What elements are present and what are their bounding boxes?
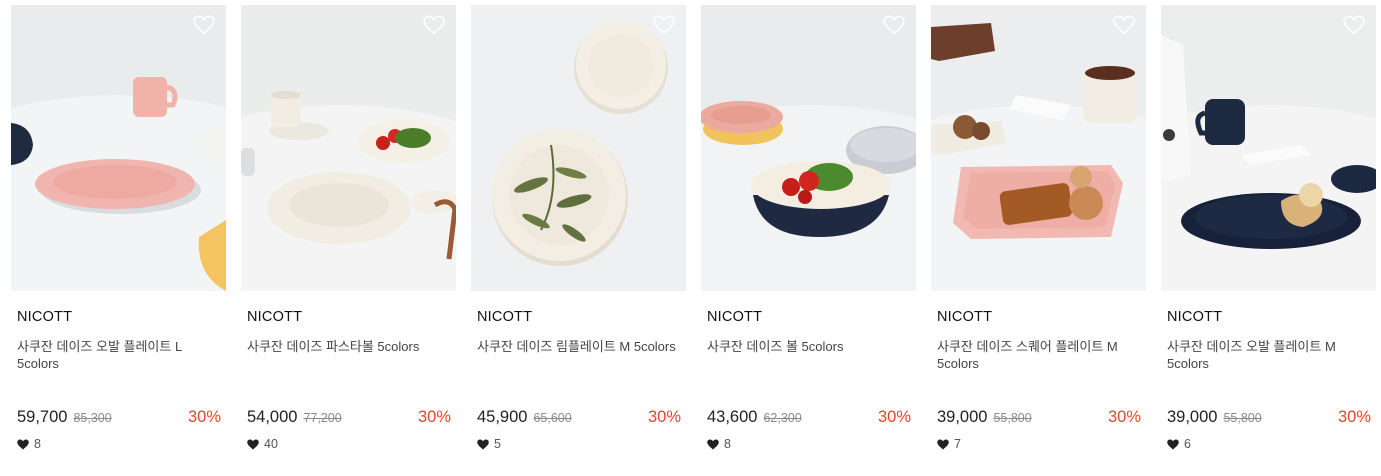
brand-name[interactable]: NICOTT: [247, 309, 302, 325]
wishlist-heart-icon[interactable]: [193, 15, 215, 35]
product-title[interactable]: 사쿠잔 데이즈 림플레이트 M 5colors: [477, 338, 677, 355]
wishlist-heart-icon[interactable]: [1343, 15, 1365, 35]
price-row: 43,600 62,300 30%: [707, 408, 911, 430]
product-card[interactable]: NICOTT 사쿠잔 데이즈 림플레이트 M 5colors 45,900 65,…: [471, 5, 686, 465]
product-image[interactable]: [11, 5, 226, 291]
sale-price: 43,600: [707, 408, 758, 426]
like-count-value: 8: [34, 437, 41, 451]
product-card[interactable]: NICOTT 사쿠잔 데이즈 스퀘어 플레이트 M 5colors 39,000…: [931, 5, 1146, 465]
product-card[interactable]: NICOTT 사쿠잔 데이즈 볼 5colors 43,600 62,300 30…: [701, 5, 916, 465]
wishlist-heart-icon[interactable]: [1113, 15, 1135, 35]
original-price: 55,800: [993, 411, 1032, 425]
product-title[interactable]: 사쿠잔 데이즈 볼 5colors: [707, 338, 907, 355]
wishlist-heart-icon[interactable]: [653, 15, 675, 35]
wishlist-heart-icon[interactable]: [423, 15, 445, 35]
like-count: 6: [1167, 437, 1191, 451]
like-count: 40: [247, 437, 278, 451]
original-price: 55,800: [1223, 411, 1262, 425]
price-row: 39,000 55,800 30%: [937, 408, 1141, 430]
wishlist-heart-icon[interactable]: [883, 15, 905, 35]
original-price: 85,300: [73, 411, 112, 425]
sale-price: 45,900: [477, 408, 528, 426]
brand-name[interactable]: NICOTT: [477, 309, 532, 325]
sale-price: 39,000: [1167, 408, 1218, 426]
discount-rate: 30%: [1337, 408, 1371, 426]
heart-filled-icon: [1167, 439, 1179, 449]
product-image[interactable]: [931, 5, 1146, 291]
like-count-value: 8: [724, 437, 731, 451]
product-title[interactable]: 사쿠잔 데이즈 스퀘어 플레이트 M 5colors: [937, 338, 1137, 372]
brand-name[interactable]: NICOTT: [937, 309, 992, 325]
original-price: 77,200: [303, 411, 342, 425]
product-image[interactable]: [241, 5, 456, 291]
like-count: 5: [477, 437, 501, 451]
product-image[interactable]: [701, 5, 916, 291]
product-title[interactable]: 사쿠잔 데이즈 오발 플레이트 M 5colors: [1167, 338, 1367, 372]
original-price: 65,600: [533, 411, 572, 425]
price-row: 39,000 55,800 30%: [1167, 408, 1371, 430]
product-title[interactable]: 사쿠잔 데이즈 파스타볼 5colors: [247, 338, 447, 355]
like-count: 8: [17, 437, 41, 451]
discount-rate: 30%: [417, 408, 451, 426]
original-price: 62,300: [763, 411, 802, 425]
like-count-value: 5: [494, 437, 501, 451]
heart-filled-icon: [477, 439, 489, 449]
discount-rate: 30%: [1107, 408, 1141, 426]
heart-filled-icon: [17, 439, 29, 449]
discount-rate: 30%: [877, 408, 911, 426]
sale-price: 59,700: [17, 408, 68, 426]
sale-price: 39,000: [937, 408, 988, 426]
product-title[interactable]: 사쿠잔 데이즈 오발 플레이트 L 5colors: [17, 338, 217, 372]
heart-filled-icon: [247, 439, 259, 449]
product-image[interactable]: [471, 5, 686, 291]
heart-filled-icon: [937, 439, 949, 449]
like-count-value: 40: [264, 437, 278, 451]
discount-rate: 30%: [187, 408, 221, 426]
brand-name[interactable]: NICOTT: [707, 309, 762, 325]
product-card[interactable]: NICOTT 사쿠잔 데이즈 파스타볼 5colors 54,000 77,200…: [241, 5, 456, 465]
product-card[interactable]: NICOTT 사쿠잔 데이즈 오발 플레이트 L 5colors 59,700 8…: [11, 5, 226, 465]
price-row: 54,000 77,200 30%: [247, 408, 451, 430]
price-row: 59,700 85,300 30%: [17, 408, 221, 430]
like-count-value: 6: [1184, 437, 1191, 451]
heart-filled-icon: [707, 439, 719, 449]
product-card[interactable]: NICOTT 사쿠잔 데이즈 오발 플레이트 M 5colors 39,000 5…: [1161, 5, 1376, 465]
like-count-value: 7: [954, 437, 961, 451]
like-count: 8: [707, 437, 731, 451]
product-image[interactable]: [1161, 5, 1376, 291]
sale-price: 54,000: [247, 408, 298, 426]
brand-name[interactable]: NICOTT: [17, 309, 72, 325]
brand-name[interactable]: NICOTT: [1167, 309, 1222, 325]
product-grid: NICOTT 사쿠잔 데이즈 오발 플레이트 L 5colors 59,700 8…: [0, 0, 1381, 476]
like-count: 7: [937, 437, 961, 451]
price-row: 45,900 65,600 30%: [477, 408, 681, 430]
discount-rate: 30%: [647, 408, 681, 426]
